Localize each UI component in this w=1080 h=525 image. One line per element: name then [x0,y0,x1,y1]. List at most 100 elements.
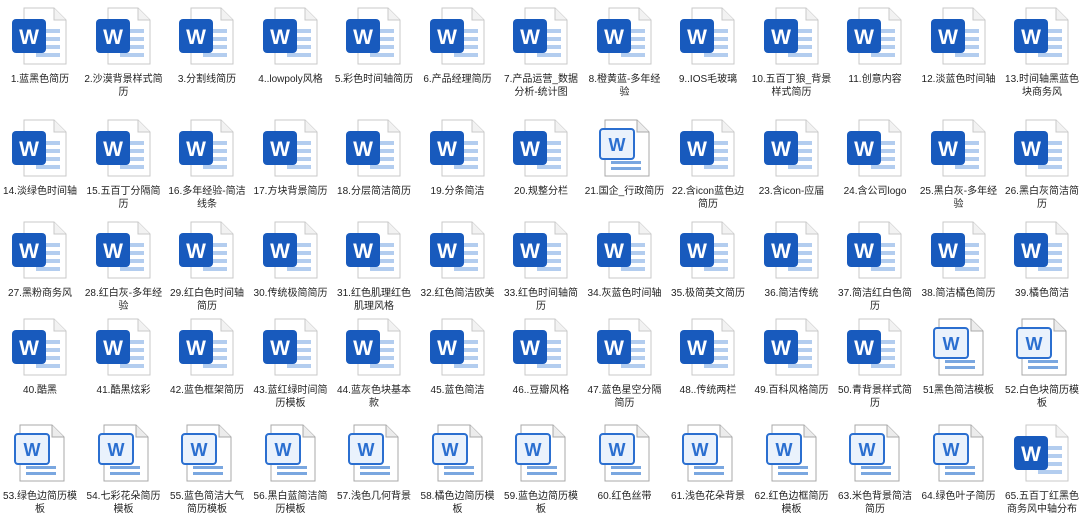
file-item[interactable]: W 59.蓝色边简历模板 [501,422,581,516]
word-document-icon: W [1012,117,1072,179]
word-document-icon: W [929,316,989,378]
file-name-label: 38.简洁橘色简历 [921,288,996,299]
word-document-icon: W [762,316,822,378]
file-item[interactable]: W 29.红白色时间轴简历 [167,219,247,313]
svg-text:W: W [854,240,874,263]
file-item[interactable]: W 39.橘色简洁 [1002,219,1080,300]
file-item[interactable]: W 54.七彩花朵简历模板 [84,422,164,516]
file-name-label: 14.淡绿色时间轴 [3,186,77,197]
svg-text:W: W [604,240,624,263]
file-name-label: 3.分割线简历 [177,74,237,85]
file-item[interactable]: W 34.灰蓝色时间轴 [585,219,665,300]
file-item[interactable]: W 40.酷黑 [0,316,80,397]
file-item[interactable]: W 30.传统极简简历 [251,219,331,300]
word-document-icon: W [428,316,488,378]
file-item[interactable]: W 21.国企_行政简历 [585,117,665,198]
word-document-icon: W [94,219,154,281]
word-document-icon: W [344,117,404,179]
word-document-icon: W [1012,422,1072,484]
file-item[interactable]: W 62.红色边框简历模板 [752,422,832,516]
file-name-label: 57.浅色几何背景 [337,491,411,502]
file-item[interactable]: W 4..lowpoly风格 [251,5,331,86]
word-document-icon: W [595,5,655,67]
file-item[interactable]: W 45.蓝色简洁 [418,316,498,397]
file-item[interactable]: W 26.黑白灰简洁简历 [1002,117,1080,211]
file-item[interactable]: W 58.橘色边简历模板 [418,422,498,516]
file-item[interactable]: W 13.时间轴黑蓝色块商务风 [1002,5,1080,99]
file-item[interactable]: W 2.沙漠背景样式简历 [84,5,164,99]
file-item[interactable]: W 18.分层简洁简历 [334,117,414,198]
file-name-label: 26.黑白灰简洁简历 [1005,186,1079,210]
file-grid: W 1.蓝黑色简历 W 2.沙漠背景样式简历 W 3.分割线简历 W 4..lo… [0,0,1080,525]
file-item[interactable]: W 25.黑白灰-多年经验 [919,117,999,211]
file-item[interactable]: W 42.蓝色框架简历 [167,316,247,397]
file-item[interactable]: W 49.百科风格简历 [752,316,832,397]
file-item[interactable]: W 53.绿色边简历模板 [0,422,80,516]
file-item[interactable]: W 57.浅色几何背景 [334,422,414,503]
file-item[interactable]: W 23.含icon-应届 [752,117,832,198]
file-item[interactable]: W 52.白色块简历模板 [1002,316,1080,410]
file-item[interactable]: W 19.分条简洁 [418,117,498,198]
svg-text:W: W [525,440,542,460]
file-item[interactable]: W 11.创意内容 [835,5,915,86]
file-item[interactable]: W 48..传统两栏 [668,316,748,397]
file-item[interactable]: W 47.蓝色星空分隔简历 [585,316,665,410]
file-item[interactable]: W 44.蓝灰色块基本款 [334,316,414,410]
file-item[interactable]: W 27.黑粉商务风 [0,219,80,300]
file-item[interactable]: W 16.多年经验-简洁线条 [167,117,247,211]
file-item[interactable]: W 3.分割线简历 [167,5,247,86]
file-item[interactable]: W 17.方块背景简历 [251,117,331,198]
file-name-label: 6.产品经理简历 [423,74,492,85]
svg-text:W: W [938,138,958,161]
word-document-icon: W [428,219,488,281]
file-name-label: 7.产品运营_数据分析-统计图 [504,74,578,98]
file-item[interactable]: W 38.简洁橘色简历 [919,219,999,300]
file-name-label: 51黑色简洁模板 [922,385,995,396]
file-item[interactable]: W 22.含icon蓝色边简历 [668,117,748,211]
file-item[interactable]: W 60.红色丝带 [585,422,665,503]
file-item[interactable]: W 24.含公司logo [835,117,915,198]
file-item[interactable]: W 14.淡绿色时间轴 [0,117,80,198]
file-name-label: 52.白色块简历模板 [1005,385,1079,409]
file-item[interactable]: W 46..豆瓣风格 [501,316,581,397]
file-item[interactable]: W 10.五百丁狼_背景样式简历 [752,5,832,99]
file-item[interactable]: W 9..IOS毛玻璃 [668,5,748,86]
file-item[interactable]: W 51黑色简洁模板 [919,316,999,397]
word-document-icon: W [94,422,154,484]
file-item[interactable]: W 5.彩色时间轴简历 [334,5,414,86]
file-item[interactable]: W 41.酷黑炫彩 [84,316,164,397]
word-document-icon: W [845,117,905,179]
file-name-label: 47.蓝色星空分隔简历 [587,385,662,409]
file-item[interactable]: W 28.红白灰-多年经验 [84,219,164,313]
file-item[interactable]: W 63.米色背景简洁简历 [835,422,915,516]
file-item[interactable]: W 56.黑白蓝简洁简历模板 [251,422,331,516]
file-item[interactable]: W 33.红色时间轴简历 [501,219,581,313]
file-item[interactable]: W 64.绿色叶子简历 [919,422,999,503]
file-item[interactable]: W 6.产品经理简历 [418,5,498,86]
svg-text:W: W [520,26,540,49]
word-document-icon: W [261,117,321,179]
file-item[interactable]: W 32.红色简洁欧美 [418,219,498,300]
file-item[interactable]: W 36.简洁传统 [752,219,832,300]
file-item[interactable]: W 31.红色肌理红色肌理风格 [334,219,414,313]
file-item[interactable]: W 7.产品运营_数据分析-统计图 [501,5,581,99]
file-name-label: 23.含icon-应届 [758,186,825,197]
file-item[interactable]: W 15.五百丁分隔简历 [84,117,164,211]
file-name-label: 37.简洁红白色简历 [838,288,912,312]
file-item[interactable]: W 8.橙黄蓝-多年经验 [585,5,665,99]
file-item[interactable]: W 50.青背景样式简历 [835,316,915,410]
file-name-label: 28.红白灰-多年经验 [84,288,163,312]
svg-text:W: W [437,240,457,263]
file-item[interactable]: W 37.简洁红白色简历 [835,219,915,313]
svg-text:W: W [19,337,39,360]
file-item[interactable]: W 61.浅色花朵背景 [668,422,748,503]
file-item[interactable]: W 35.极简英文简历 [668,219,748,300]
file-item[interactable]: W 20.规整分栏 [501,117,581,198]
file-item[interactable]: W 1.蓝黑色简历 [0,5,80,86]
file-item[interactable]: W 12.淡蓝色时间轴 [919,5,999,86]
svg-text:W: W [274,440,291,460]
svg-text:W: W [608,440,625,460]
file-item[interactable]: W 43.蓝红绿时间简历模板 [251,316,331,410]
file-item[interactable]: W 55.蓝色简洁大气简历模板 [167,422,247,516]
file-item[interactable]: W 65.五百丁红黑色商务风中轴分布 [1002,422,1080,516]
